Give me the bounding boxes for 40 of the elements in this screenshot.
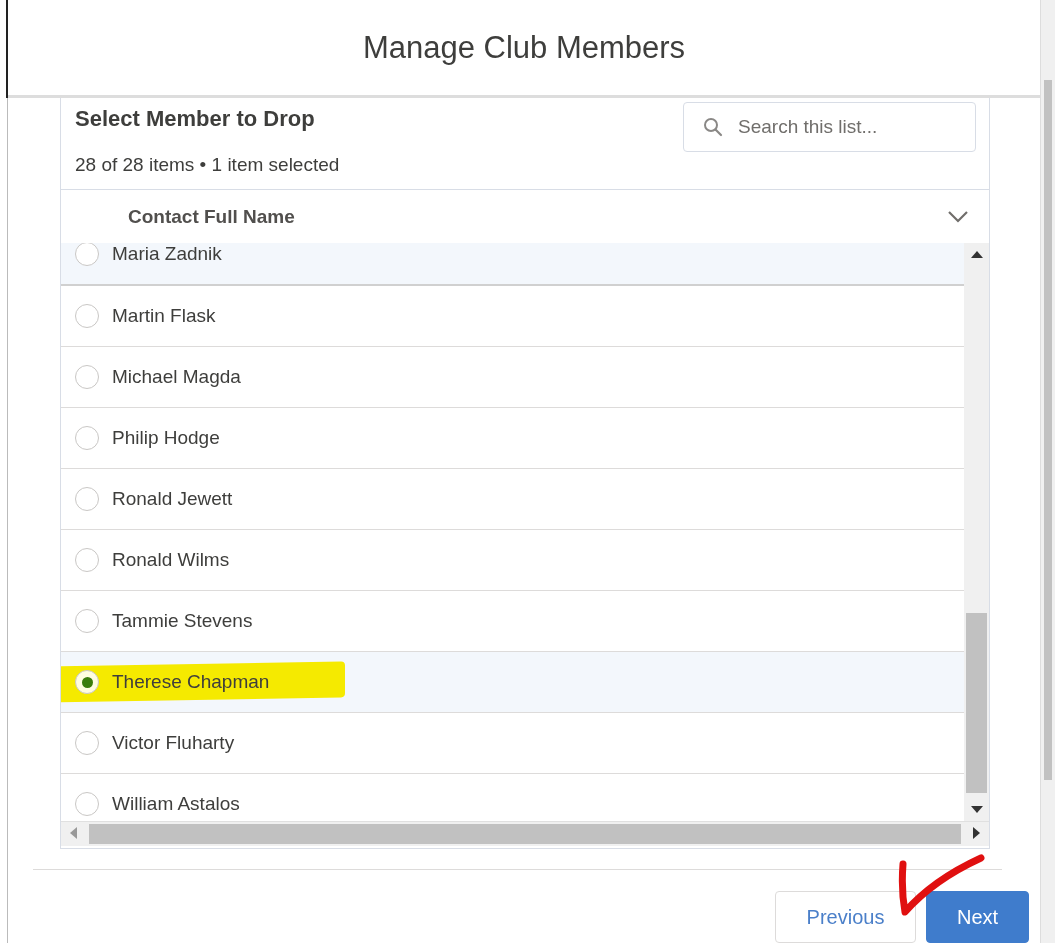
scroll-right-icon[interactable] (973, 827, 981, 839)
member-name: William Astalos (112, 793, 240, 815)
list-row[interactable]: Therese Chapman (61, 652, 964, 713)
list-row[interactable]: Victor Fluharty (61, 713, 964, 774)
member-name: Ronald Jewett (112, 488, 233, 510)
item-count: 28 of 28 items • 1 item selected (75, 154, 340, 176)
member-name: Philip Hodge (112, 427, 220, 449)
scroll-left-icon[interactable] (69, 827, 77, 839)
member-name: Ronald Wilms (112, 549, 230, 571)
radio-button[interactable] (75, 426, 99, 450)
list-row[interactable]: Maria Zadnik (61, 243, 964, 286)
member-name: Victor Fluharty (112, 732, 235, 754)
search-field[interactable]: Search this list... (683, 102, 976, 152)
radio-button[interactable] (75, 487, 99, 511)
member-name: Tammie Stevens (112, 610, 253, 632)
list-row[interactable]: Philip Hodge (61, 408, 964, 469)
list-row[interactable]: Michael Magda (61, 347, 964, 408)
list-title: Select Member to Drop (75, 106, 315, 131)
scroll-down-icon[interactable] (970, 806, 983, 814)
radio-button[interactable] (75, 609, 99, 633)
previous-button[interactable]: Previous (775, 891, 916, 943)
radio-button[interactable] (75, 548, 99, 572)
member-name: Maria Zadnik (112, 243, 222, 265)
radio-button[interactable] (75, 243, 99, 266)
list-row[interactable]: Ronald Jewett (61, 469, 964, 530)
list-row[interactable]: Martin Flask (61, 286, 964, 347)
modal-title: Manage Club Members (362, 29, 686, 66)
radio-button[interactable] (75, 304, 99, 328)
radio-button[interactable] (75, 731, 99, 755)
chevron-down-icon[interactable] (947, 209, 969, 224)
radio-button[interactable] (75, 365, 99, 389)
member-name: Michael Magda (112, 366, 241, 388)
column-header[interactable]: Contact Full Name (128, 205, 295, 228)
member-name: Martin Flask (112, 305, 216, 327)
member-name: Therese Chapman (112, 671, 270, 693)
radio-button[interactable] (75, 792, 99, 816)
list-row[interactable]: Ronald Wilms (61, 530, 964, 591)
scroll-up-icon[interactable] (970, 250, 983, 258)
search-icon (703, 117, 723, 137)
next-button[interactable]: Next (926, 891, 1029, 943)
